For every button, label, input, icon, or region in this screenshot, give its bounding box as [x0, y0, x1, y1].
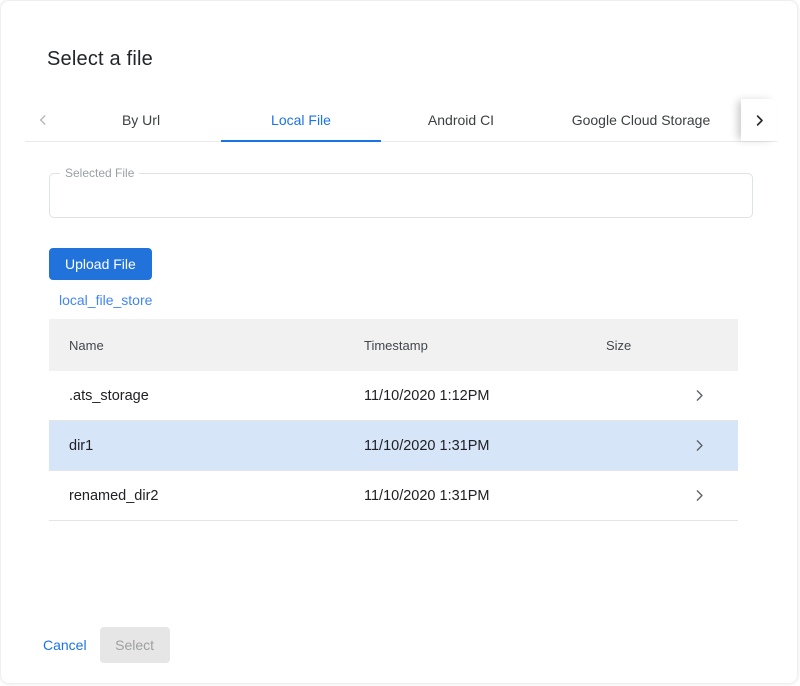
table-row-ats-storage[interactable]: .ats_storage 11/10/2020 1:12PM	[49, 371, 738, 421]
select-button[interactable]: Select	[100, 627, 170, 663]
column-header-size: Size	[606, 338, 691, 353]
selected-file-input[interactable]	[50, 174, 752, 217]
cell-timestamp: 11/10/2020 1:31PM	[364, 488, 606, 504]
cell-name: .ats_storage	[49, 388, 364, 404]
upload-file-button[interactable]: Upload File	[49, 248, 152, 280]
table-row-dir1[interactable]: dir1 11/10/2020 1:31PM	[49, 421, 738, 471]
column-header-timestamp: Timestamp	[364, 338, 606, 353]
table-row-renamed-dir2[interactable]: renamed_dir2 11/10/2020 1:31PM	[49, 471, 738, 521]
cell-timestamp: 11/10/2020 1:31PM	[364, 438, 606, 454]
dialog-footer: Cancel Select	[35, 627, 170, 663]
tab-by-url[interactable]: By Url	[61, 99, 221, 141]
selected-file-field: Selected File	[49, 173, 753, 218]
cell-name: renamed_dir2	[49, 488, 364, 504]
chevron-right-icon	[691, 387, 708, 404]
breadcrumb-local-file-store[interactable]: local_file_store	[59, 292, 152, 308]
chevron-right-icon	[691, 487, 708, 504]
tabs-scroll-left-button[interactable]	[25, 99, 61, 141]
tabs-scroll-right-button[interactable]	[741, 99, 777, 141]
row-open-button[interactable]	[691, 437, 738, 454]
cell-timestamp: 11/10/2020 1:12PM	[364, 388, 606, 404]
cell-name: dir1	[49, 438, 364, 454]
cancel-button[interactable]: Cancel	[35, 627, 95, 663]
tab-google-cloud-storage[interactable]: Google Cloud Storage	[541, 99, 741, 141]
file-table: Name Timestamp Size .ats_storage 11/10/2…	[49, 319, 738, 521]
row-open-button[interactable]	[691, 487, 738, 504]
table-body: .ats_storage 11/10/2020 1:12PM dir1 11/1…	[49, 371, 738, 521]
tab-local-file[interactable]: Local File	[221, 99, 381, 141]
selected-file-label: Selected File	[60, 166, 139, 180]
chevron-right-icon	[752, 113, 767, 128]
select-file-dialog: Select a file By Url Local File Android …	[1, 1, 797, 683]
table-header-row: Name Timestamp Size	[49, 319, 738, 371]
tab-label: Google Cloud Storage	[572, 112, 711, 128]
dialog-title: Select a file	[47, 48, 153, 71]
chevron-right-icon	[691, 437, 708, 454]
tab-label: Android CI	[428, 112, 494, 128]
tab-label: Local File	[271, 112, 331, 128]
chevron-left-icon	[36, 113, 50, 127]
tab-android-ci[interactable]: Android CI	[381, 99, 541, 141]
tab-label: By Url	[122, 112, 160, 128]
column-header-name: Name	[49, 338, 364, 353]
tab-bar: By Url Local File Android CI Google Clou…	[25, 99, 777, 142]
row-open-button[interactable]	[691, 387, 738, 404]
